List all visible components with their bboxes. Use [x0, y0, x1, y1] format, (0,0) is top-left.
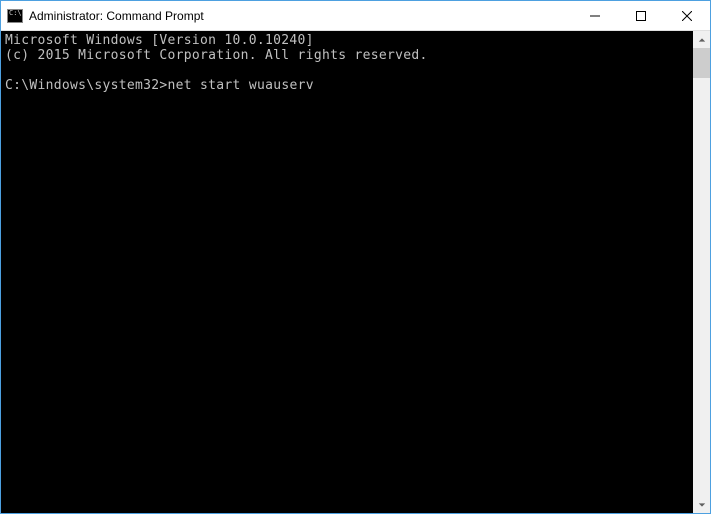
minimize-button[interactable]	[572, 1, 618, 31]
copyright-line: (c) 2015 Microsoft Corporation. All righ…	[5, 48, 428, 63]
app-icon	[7, 9, 23, 23]
scroll-down-button[interactable]	[693, 496, 710, 513]
close-button[interactable]	[664, 1, 710, 31]
scrollbar-track[interactable]	[693, 48, 710, 496]
chevron-down-icon	[698, 501, 706, 509]
vertical-scrollbar[interactable]	[693, 31, 710, 513]
close-icon	[682, 11, 692, 21]
command-prompt-window: Administrator: Command Prompt Microsoft …	[0, 0, 711, 514]
window-title: Administrator: Command Prompt	[29, 9, 572, 23]
command-input: net start wuauserv	[168, 78, 314, 93]
scrollbar-thumb[interactable]	[693, 48, 710, 78]
version-line: Microsoft Windows [Version 10.0.10240]	[5, 33, 314, 48]
scroll-up-button[interactable]	[693, 31, 710, 48]
maximize-icon	[636, 11, 646, 21]
minimize-icon	[590, 11, 600, 21]
window-controls	[572, 1, 710, 30]
prompt-text: C:\Windows\system32>	[5, 78, 168, 93]
terminal-output[interactable]: Microsoft Windows [Version 10.0.10240] (…	[1, 31, 693, 513]
maximize-button[interactable]	[618, 1, 664, 31]
content-area: Microsoft Windows [Version 10.0.10240] (…	[1, 31, 710, 513]
titlebar[interactable]: Administrator: Command Prompt	[1, 1, 710, 31]
chevron-up-icon	[698, 36, 706, 44]
